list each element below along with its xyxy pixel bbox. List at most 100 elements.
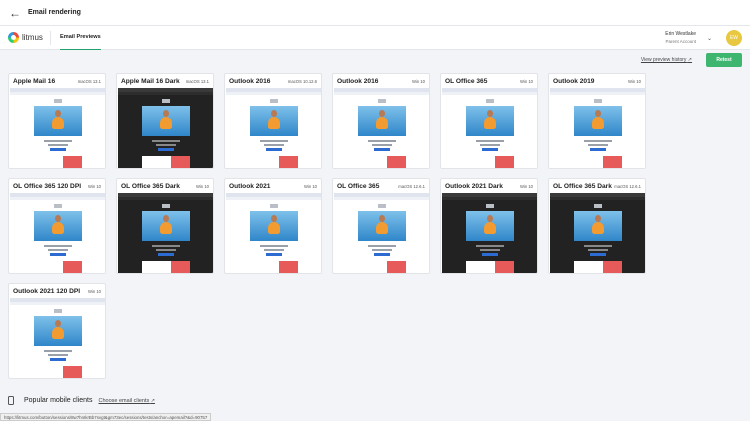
email-preview-thumbnail[interactable]: [550, 193, 645, 273]
email-text-line: [480, 249, 500, 251]
email-text-line: [372, 249, 392, 251]
hero-figure-body: [484, 117, 496, 129]
client-os: Win 10: [87, 288, 101, 294]
hero-figure-head: [55, 110, 61, 117]
email-text-line: [264, 249, 284, 251]
email-text-line: [372, 144, 392, 146]
email-text-line: [264, 144, 284, 146]
client-subtoolbar: [334, 197, 429, 200]
preview-card[interactable]: Outlook 2021 Dark Win 10: [440, 178, 538, 274]
hero-figure-head: [595, 215, 601, 222]
hero-figure-head: [379, 215, 385, 222]
tab-email-previews[interactable]: Email Previews: [60, 26, 101, 50]
preview-card[interactable]: Apple Mail 16 Dark macOS 13.1: [116, 73, 214, 169]
email-preview-thumbnail[interactable]: [226, 193, 321, 273]
preview-card-header: Outlook 2021 Dark Win 10: [441, 179, 537, 193]
preview-card[interactable]: OL Office 365 Win 10: [440, 73, 538, 169]
preview-card-header: Outlook 2016 macOS 10.12.6: [225, 74, 321, 88]
hero-figure-body: [376, 222, 388, 234]
hero-figure-head: [487, 215, 493, 222]
user-menu[interactable]: Erin Westlake Parent Account: [665, 31, 696, 44]
client-os: Win 10: [627, 78, 641, 84]
retest-button[interactable]: Retest: [706, 53, 742, 67]
client-name: OL Office 365 Dark: [121, 182, 180, 190]
client-subtoolbar: [10, 302, 105, 305]
preview-card[interactable]: OL Office 365 120 DPI Win 10: [8, 178, 106, 274]
email-footer-block: [358, 261, 406, 273]
hero-figure-head: [55, 320, 61, 327]
preview-card[interactable]: Outlook 2016 Win 10: [332, 73, 430, 169]
avatar[interactable]: EW: [726, 30, 742, 46]
client-os: Win 10: [411, 78, 425, 84]
preview-card[interactable]: Outlook 2021 120 DPI Win 10: [8, 283, 106, 379]
email-text-line: [152, 140, 180, 142]
client-name: OL Office 365 Dark: [553, 182, 612, 190]
hero-figure-head: [595, 110, 601, 117]
hero-figure-body: [160, 222, 172, 234]
email-preview-thumbnail[interactable]: [118, 88, 213, 168]
back-button[interactable]: ←: [6, 4, 24, 22]
preview-card-header: OL Office 365 Win 10: [441, 74, 537, 88]
preview-card-header: Outlook 2021 Win 10: [225, 179, 321, 193]
email-cta-button: [374, 148, 390, 151]
nav-divider: [50, 31, 51, 45]
view-preview-history-link[interactable]: View preview history ↗: [641, 57, 692, 63]
email-text-line: [588, 249, 608, 251]
client-subtoolbar: [334, 92, 429, 95]
client-name: Outlook 2016: [337, 77, 379, 85]
preview-card[interactable]: Apple Mail 16 macOS 13.1: [8, 73, 106, 169]
litmus-logo[interactable]: litmus: [8, 32, 43, 43]
client-name: Outlook 2021 Dark: [445, 182, 503, 190]
preview-card[interactable]: Outlook 2016 macOS 10.12.6: [224, 73, 322, 169]
client-name: Apple Mail 16: [13, 77, 56, 85]
email-preview-thumbnail[interactable]: [442, 193, 537, 273]
email-footer-block: [34, 156, 82, 168]
email-text-line: [44, 245, 72, 247]
email-text-line: [476, 140, 504, 142]
preview-card[interactable]: Outlook 2019 Win 10: [548, 73, 646, 169]
email-preview-thumbnail[interactable]: [10, 88, 105, 168]
email-preview-thumbnail[interactable]: [550, 88, 645, 168]
email-logo: [378, 204, 386, 208]
preview-card-header: OL Office 365 Dark macOS 12.6.1: [549, 179, 645, 193]
preview-card[interactable]: Outlook 2021 Win 10: [224, 178, 322, 274]
email-logo: [54, 309, 62, 313]
client-subtoolbar: [550, 92, 645, 95]
email-preview-thumbnail[interactable]: [226, 88, 321, 168]
phone-icon: [8, 396, 14, 405]
client-name: OL Office 365: [337, 182, 380, 190]
client-os: macOS 13.1: [77, 78, 101, 84]
preview-card[interactable]: OL Office 365 Dark macOS 12.6.1: [548, 178, 646, 274]
email-text-line: [480, 144, 500, 146]
hero-figure-body: [484, 222, 496, 234]
hero-figure-body: [592, 222, 604, 234]
email-preview-thumbnail[interactable]: [334, 193, 429, 273]
choose-email-clients-link[interactable]: Choose email clients ↗: [98, 398, 154, 404]
email-preview-thumbnail[interactable]: [442, 88, 537, 168]
email-preview-thumbnail[interactable]: [10, 193, 105, 273]
client-name: OL Office 365 120 DPI: [13, 182, 82, 190]
client-os: Win 10: [303, 183, 317, 189]
email-logo: [486, 204, 494, 208]
email-logo: [270, 204, 278, 208]
email-text-line: [260, 245, 288, 247]
email-logo: [270, 99, 278, 103]
email-preview-thumbnail[interactable]: [334, 88, 429, 168]
email-text-line: [156, 144, 176, 146]
preview-card[interactable]: OL Office 365 Dark Win 10: [116, 178, 214, 274]
preview-card[interactable]: OL Office 365 macOS 12.6.1: [332, 178, 430, 274]
client-os: macOS 10.12.6: [287, 78, 317, 84]
email-cta-button: [482, 148, 498, 151]
email-cta-button: [266, 148, 282, 151]
email-preview-thumbnail[interactable]: [10, 298, 105, 378]
client-os: macOS 12.6.1: [398, 183, 425, 189]
litmus-logo-icon: [8, 32, 19, 43]
user-name: Erin Westlake: [665, 31, 696, 37]
email-footer-block: [142, 261, 190, 273]
client-subtoolbar: [550, 197, 645, 200]
client-name: Outlook 2016: [229, 77, 271, 85]
email-preview-thumbnail[interactable]: [118, 193, 213, 273]
chevron-down-icon[interactable]: ⌄: [707, 35, 712, 42]
email-text-line: [588, 144, 608, 146]
email-text-line: [584, 140, 612, 142]
